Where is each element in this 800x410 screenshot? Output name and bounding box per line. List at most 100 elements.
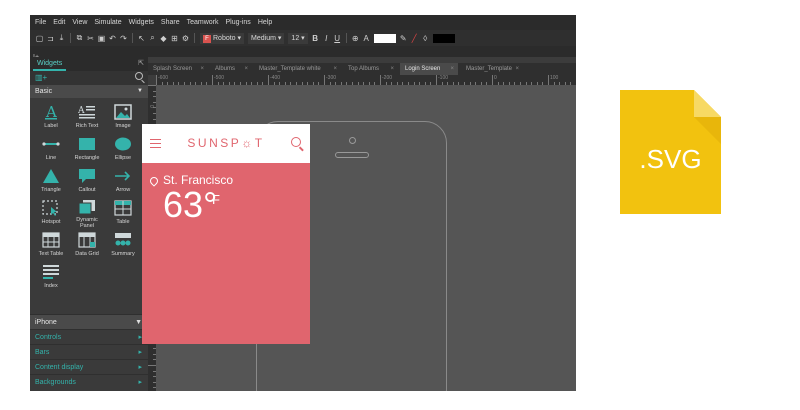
ruler-tick xyxy=(268,75,269,85)
category-label: Content display xyxy=(35,364,84,371)
widget-arrow[interactable]: Arrow xyxy=(105,164,141,196)
underline-button[interactable]: U xyxy=(332,34,343,43)
search-icon[interactable] xyxy=(135,72,143,80)
tab-widgets[interactable]: Widgets xyxy=(33,57,67,71)
widget-data-grid[interactable]: Data Grid xyxy=(69,228,105,260)
divider xyxy=(345,33,347,43)
open-folder-icon[interactable]: ⊐ xyxy=(45,34,56,43)
label-icon: A xyxy=(41,103,61,121)
new-file-icon[interactable]: ▢ xyxy=(34,34,45,43)
text-color-button[interactable]: A xyxy=(361,34,372,43)
menu-item-teamwork[interactable]: Teamwork xyxy=(187,19,219,26)
copy-icon[interactable]: ⧉ xyxy=(74,33,85,43)
menu-item-view[interactable]: View xyxy=(72,19,87,26)
image-icon xyxy=(113,103,133,121)
paste-icon[interactable]: ▣ xyxy=(96,34,107,43)
bullets-icon[interactable]: ⊕ xyxy=(350,34,361,43)
widget-line[interactable]: Line xyxy=(33,132,69,164)
select-pointer-icon[interactable]: ↖ xyxy=(136,34,147,43)
weather-app-screen[interactable]: SUNSP☼T St. Francisco 63° F xyxy=(142,124,310,344)
fill-color-swatch[interactable] xyxy=(432,33,455,43)
eraser-icon[interactable]: ◆ xyxy=(158,34,169,43)
tab-label: Master_Template white xyxy=(259,66,321,72)
cut-icon[interactable]: ✂ xyxy=(85,34,96,43)
widget-label: Rectangle xyxy=(74,155,100,161)
widget-label: Hotspot xyxy=(41,219,61,225)
menu-item-plug-ins[interactable]: Plug-ins xyxy=(226,19,251,26)
widget-triangle[interactable]: Triangle xyxy=(33,164,69,196)
widget-table[interactable]: Table xyxy=(105,196,141,228)
widget-hotspot[interactable]: Hotspot xyxy=(33,196,69,228)
search-icon[interactable] xyxy=(291,137,301,147)
menu-item-share[interactable]: Share xyxy=(161,19,180,26)
ruler-label: -600 xyxy=(158,75,169,81)
ruler-tick xyxy=(212,75,213,85)
widget-index[interactable]: Index xyxy=(33,260,69,292)
bold-button[interactable]: B xyxy=(310,34,321,43)
widget-label: Summary xyxy=(111,251,135,257)
zoom-icon[interactable]: ⌕ xyxy=(147,33,158,43)
widget-image[interactable]: Image xyxy=(105,100,141,132)
close-icon[interactable]: × xyxy=(515,63,519,75)
widget-rich-text[interactable]: A Rich Text xyxy=(69,100,105,132)
redo-icon[interactable]: ↷ xyxy=(118,34,129,43)
category-bars[interactable]: Bars ▸ xyxy=(30,344,148,359)
font-weight-select[interactable]: Medium ▾ xyxy=(248,32,285,44)
close-icon[interactable]: × xyxy=(390,63,394,75)
widget-grid: A Label A Rich Text Image Line Rectangle Ellips… xyxy=(30,98,148,292)
tab-top-albums[interactable]: Top Albums × xyxy=(343,63,398,75)
tab-splash-screen[interactable]: Splash Screen × xyxy=(148,63,208,75)
triangle-icon xyxy=(41,167,61,185)
widget-ellipse[interactable]: Ellipse xyxy=(105,132,141,164)
app-header: SUNSP☼T xyxy=(142,124,310,163)
pin-panel-icon[interactable]: ⇱ xyxy=(138,59,144,67)
close-icon[interactable]: × xyxy=(333,63,337,75)
font-family-select[interactable]: F Roboto ▾ xyxy=(200,32,245,44)
close-icon[interactable]: × xyxy=(244,63,248,75)
rectangle-icon xyxy=(77,135,97,153)
undo-icon[interactable]: ↶ xyxy=(107,34,118,43)
widget-rectangle[interactable]: Rectangle xyxy=(69,132,105,164)
summary-icon xyxy=(113,231,133,249)
camera-dot xyxy=(349,137,356,144)
temperature-value: 63° xyxy=(163,184,218,225)
menu-item-simulate[interactable]: Simulate xyxy=(94,19,121,26)
close-icon[interactable]: × xyxy=(200,63,204,75)
menu-item-file[interactable]: File xyxy=(35,19,46,26)
widget-dynamic-panel[interactable]: Dynamic Panel xyxy=(69,196,105,229)
menu-item-widgets[interactable]: Widgets xyxy=(129,19,154,26)
chevron-down-icon: ▼ xyxy=(135,319,142,326)
menu-item-edit[interactable]: Edit xyxy=(53,19,65,26)
tab-albums[interactable]: Albums × xyxy=(210,63,252,75)
text-color-swatch[interactable] xyxy=(373,33,396,43)
widget-callout[interactable]: Callout xyxy=(69,164,105,196)
tab-master-template-white[interactable]: Master_Template white × xyxy=(254,63,341,75)
font-logo-icon: F xyxy=(203,34,211,43)
line-icon xyxy=(41,135,61,153)
tab-login-screen[interactable]: Login Screen × xyxy=(400,63,458,75)
close-icon[interactable]: × xyxy=(450,63,454,75)
widget-label: Table xyxy=(116,219,130,225)
italic-button[interactable]: I xyxy=(321,34,332,43)
menu-item-help[interactable]: Help xyxy=(258,19,272,26)
category-iphone[interactable]: iPhone ▼ xyxy=(30,314,148,329)
category-controls[interactable]: Controls ▸ xyxy=(30,329,148,344)
tab-master-template[interactable]: Master_Template × xyxy=(461,63,523,75)
font-size-select[interactable]: 12 ▾ xyxy=(288,32,308,44)
line-style-icon[interactable]: ╱ xyxy=(409,34,420,43)
library-select[interactable]: Basic ▼ xyxy=(30,85,148,98)
format-painter-icon[interactable]: ⊞ xyxy=(169,34,180,43)
widget-text-table[interactable]: Text Table xyxy=(33,228,69,260)
settings-gear-icon[interactable]: ⚙ xyxy=(180,34,191,43)
widget-summary[interactable]: Summary xyxy=(105,228,141,260)
border-color-icon[interactable]: ✎ xyxy=(398,34,409,43)
library-icon[interactable]: ▥+ xyxy=(35,73,47,82)
category-backgrounds[interactable]: Backgrounds ▸ xyxy=(30,374,148,389)
download-icon[interactable]: ⤓ xyxy=(56,33,67,43)
file-extension-label: .SVG xyxy=(639,144,702,174)
category-label: iPhone xyxy=(35,319,57,326)
fill-drop-icon[interactable]: ◊ xyxy=(420,34,431,43)
category-content-display[interactable]: Content display ▸ xyxy=(30,359,148,374)
widget-label[interactable]: A Label xyxy=(33,100,69,132)
widget-label: Text Table xyxy=(38,251,64,257)
